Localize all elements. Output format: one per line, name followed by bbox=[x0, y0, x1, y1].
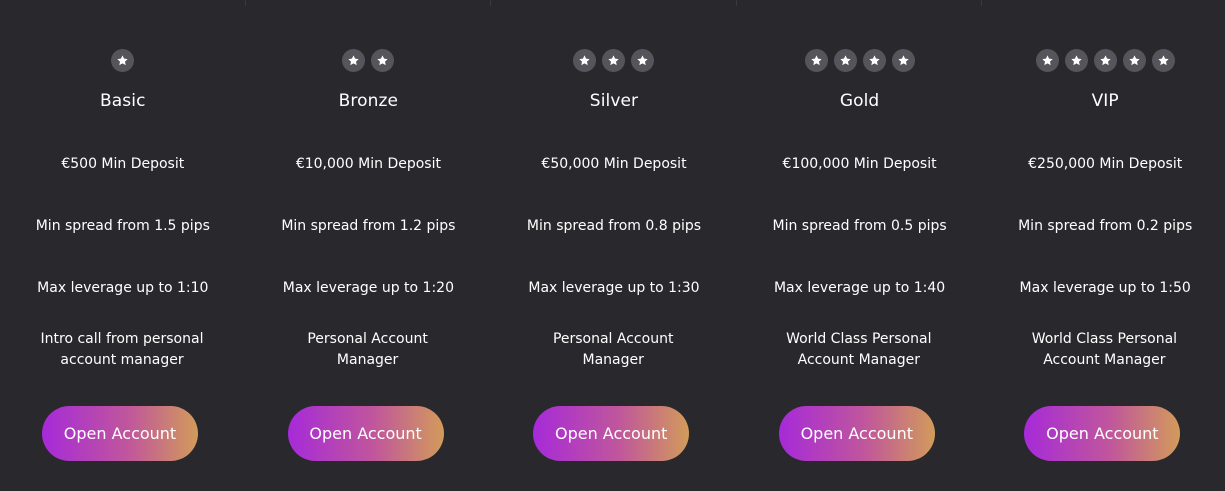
max-leverage: Max leverage up to 1:20 bbox=[282, 280, 454, 296]
star-icon bbox=[631, 49, 655, 72]
star-icon bbox=[862, 49, 886, 72]
max-leverage: Max leverage up to 1:50 bbox=[1019, 280, 1191, 296]
min-spread: Min spread from 0.8 pips bbox=[526, 218, 702, 234]
min-deposit: €100,000 Min Deposit bbox=[782, 156, 937, 172]
plan-name: VIP bbox=[1091, 91, 1119, 111]
max-leverage: Max leverage up to 1:40 bbox=[773, 280, 946, 296]
max-leverage: Max leverage up to 1:10 bbox=[37, 280, 209, 296]
star-rating bbox=[491, 49, 737, 72]
account-manager: Personal Account Manager bbox=[307, 331, 428, 368]
star-icon bbox=[371, 49, 395, 72]
min-deposit: €50,000 Min Deposit bbox=[541, 156, 687, 172]
star-rating bbox=[737, 49, 983, 72]
account-manager: Personal Account Manager bbox=[552, 331, 674, 368]
plan-basic: Basic €500 Min Deposit Min spread from 1… bbox=[0, 0, 246, 491]
plan-bronze: Bronze €10,000 Min Deposit Min spread fr… bbox=[246, 0, 492, 491]
star-rating bbox=[982, 49, 1225, 72]
plan-name: Silver bbox=[589, 91, 639, 111]
plan-name: Basic bbox=[100, 91, 146, 111]
star-rating bbox=[246, 49, 492, 72]
plan-name: Gold bbox=[839, 91, 880, 111]
open-account-button[interactable]: Open Account bbox=[1024, 406, 1181, 461]
star-icon bbox=[1064, 49, 1088, 72]
star-icon bbox=[573, 49, 597, 72]
account-manager: World Class Personal Account Manager bbox=[786, 331, 932, 368]
star-icon bbox=[833, 49, 857, 72]
min-spread: Min spread from 0.2 pips bbox=[1018, 218, 1193, 234]
star-icon bbox=[342, 49, 366, 72]
plan-gold: Gold €100,000 Min Deposit Min spread fro… bbox=[737, 0, 983, 491]
open-account-button[interactable]: Open Account bbox=[778, 406, 935, 461]
min-deposit: €250,000 Min Deposit bbox=[1028, 156, 1183, 172]
star-icon bbox=[1035, 49, 1059, 72]
star-icon bbox=[804, 49, 828, 72]
min-deposit: €500 Min Deposit bbox=[61, 156, 185, 172]
plan-vip: VIP €250,000 Min Deposit Min spread from… bbox=[982, 0, 1225, 491]
min-spread: Min spread from 0.5 pips bbox=[772, 218, 947, 234]
max-leverage: Max leverage up to 1:30 bbox=[528, 280, 700, 296]
min-deposit: €10,000 Min Deposit bbox=[295, 156, 441, 172]
account-plans: Basic €500 Min Deposit Min spread from 1… bbox=[0, 0, 1225, 491]
account-manager: World Class Personal Account Manager bbox=[1031, 331, 1178, 368]
star-icon bbox=[111, 49, 135, 72]
star-icon bbox=[602, 49, 626, 72]
min-spread: Min spread from 1.2 pips bbox=[281, 218, 456, 234]
open-account-button[interactable]: Open Account bbox=[42, 406, 198, 461]
open-account-button[interactable]: Open Account bbox=[287, 406, 444, 461]
min-spread: Min spread from 1.5 pips bbox=[35, 218, 210, 234]
open-account-button[interactable]: Open Account bbox=[533, 406, 690, 461]
star-icon bbox=[1122, 49, 1146, 72]
star-icon bbox=[1151, 49, 1175, 72]
account-manager: Intro call from personal account manager bbox=[40, 331, 204, 368]
star-rating bbox=[0, 49, 246, 72]
star-icon bbox=[1093, 49, 1117, 72]
plan-name: Bronze bbox=[338, 91, 399, 111]
plan-silver: Silver €50,000 Min Deposit Min spread fr… bbox=[491, 0, 737, 491]
star-icon bbox=[891, 49, 915, 72]
